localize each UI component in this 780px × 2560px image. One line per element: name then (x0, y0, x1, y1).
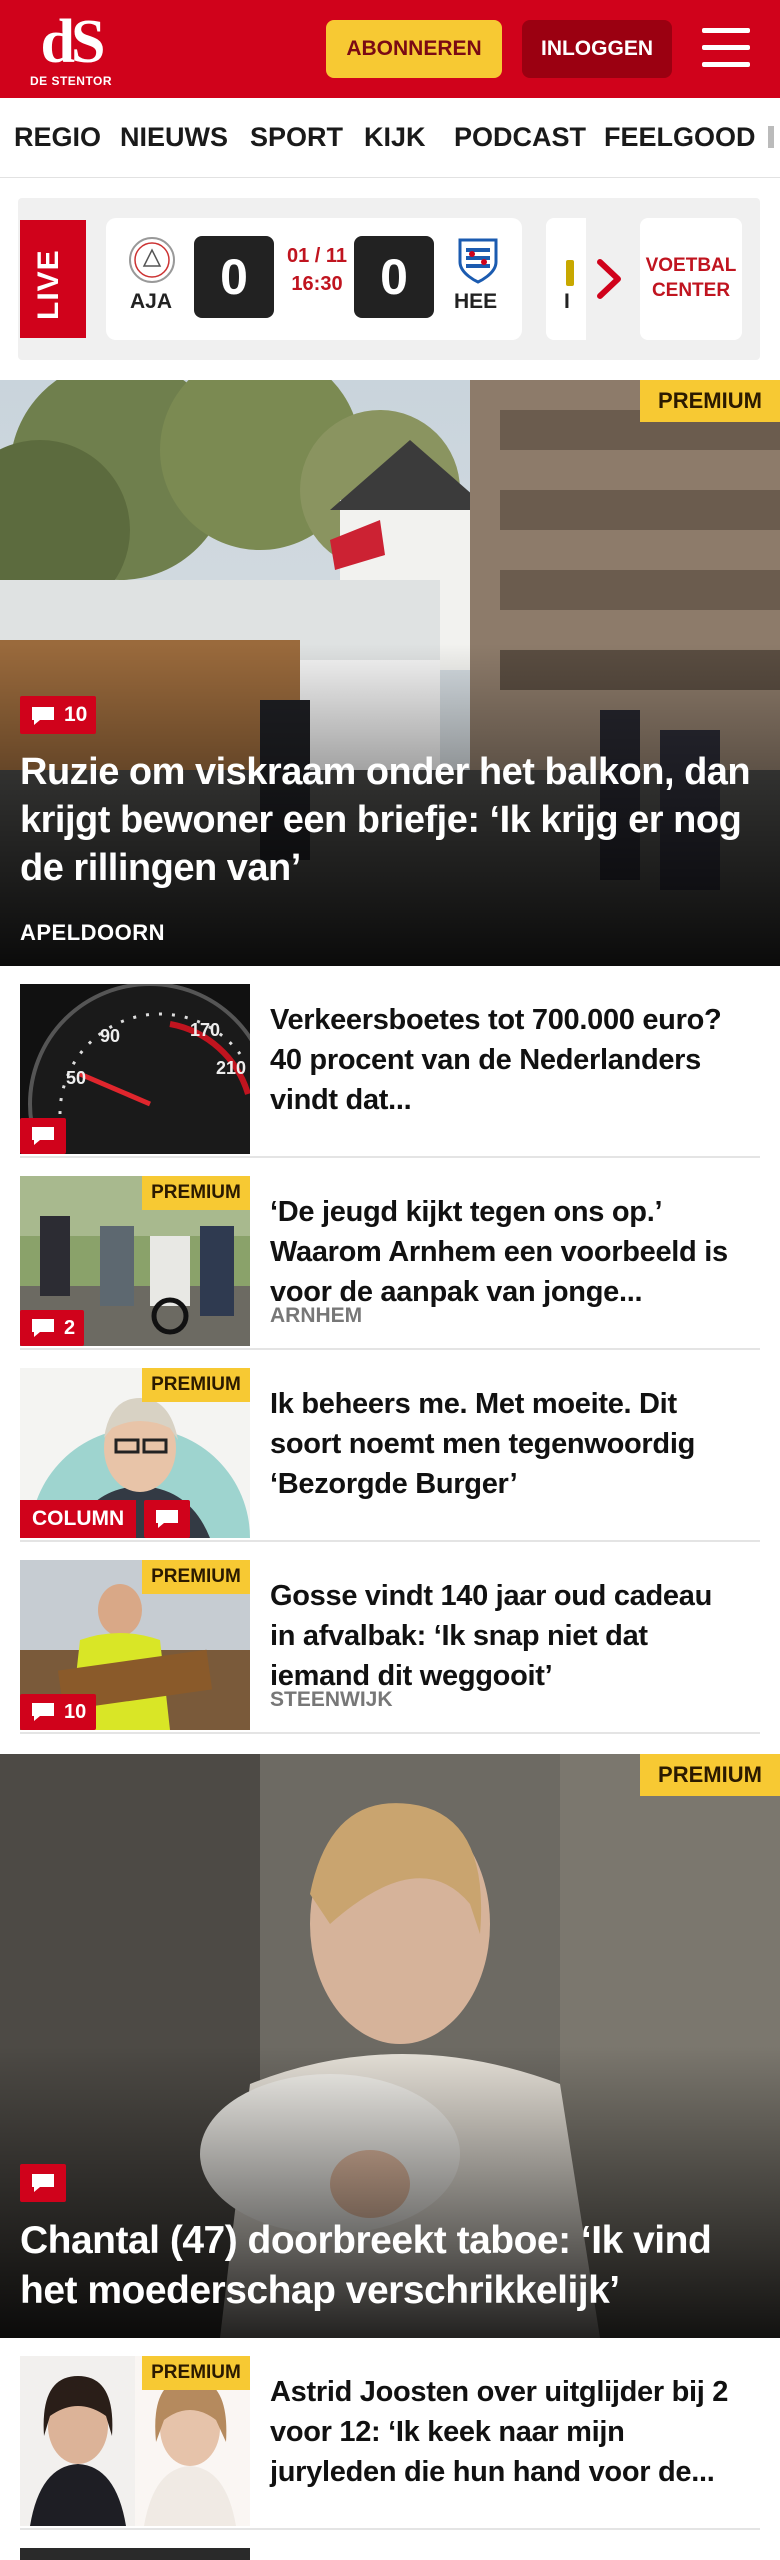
article-title[interactable]: Ik beheers me. Met moeite. Dit soort noe… (270, 1384, 740, 1504)
article-thumbnail: 50 90 170 210 (20, 984, 250, 1154)
hero-region-label: APELDOORN (20, 920, 166, 945)
speech-bubble-icon (156, 1510, 178, 1528)
article-item[interactable]: PREMIUM 2 ‘De jeugd kijkt tegen ons op.’… (20, 1176, 760, 1350)
feature-article[interactable]: PREMIUM Chantal (47) doorbreekt taboe: ‘… (0, 1754, 780, 2338)
logo-mark: dS (40, 8, 106, 76)
section-nav: REGIO NIEUWS SPORT KIJK PODCAST FEELGOOD (0, 98, 780, 178)
next-match-card-partial[interactable]: I (546, 218, 586, 340)
site-logo[interactable]: dS DE STENTOR (26, 8, 116, 88)
hero-headline[interactable]: Ruzie om viskraam onder het balkon, dan … (20, 748, 762, 892)
comment-count-badge[interactable] (20, 1118, 66, 1154)
logo-subtitle: DE STENTOR (29, 74, 113, 88)
home-team-name: AJA (130, 290, 173, 313)
next-article-thumbnail-partial[interactable] (20, 2548, 250, 2560)
hero-article[interactable]: PREMIUM 10 Ruzie om viskraam onder het b… (0, 380, 780, 966)
article-title[interactable]: Astrid Joosten over uitglijder bij 2 voo… (270, 2372, 740, 2492)
nav-overflow-hint (768, 126, 774, 148)
speech-bubble-icon (32, 1703, 54, 1721)
gauge-tick: 90 (100, 1026, 120, 1046)
nav-item-nieuws[interactable]: NIEUWS (120, 122, 228, 153)
chevron-right-icon[interactable] (592, 256, 626, 302)
article-thumbnail: PREMIUM 2 (20, 1176, 250, 1346)
match-card[interactable]: AJA 0 01 / 11 16:30 0 HEE (106, 218, 522, 340)
article-item[interactable]: 50 90 170 210 Verkeersboetes tot 700.000… (20, 984, 760, 1158)
article-item[interactable]: PREMIUM Astrid Joosten over uitglijder b… (20, 2356, 760, 2530)
gauge-tick: 170 (190, 1020, 220, 1040)
premium-badge: PREMIUM (142, 2356, 250, 2390)
nav-item-regio[interactable]: REGIO (14, 122, 101, 153)
article-thumbnail: PREMIUM 10 (20, 1560, 250, 1730)
speech-bubble-icon (32, 1127, 54, 1145)
article-title[interactable]: ‘De jeugd kijkt tegen ons op.’ Waarom Ar… (270, 1192, 740, 1312)
heerenveen-logo-icon (454, 236, 502, 284)
article-title[interactable]: Verkeersboetes tot 700.000 euro? 40 proc… (270, 1000, 740, 1120)
premium-badge: PREMIUM (142, 1560, 250, 1594)
article-title[interactable]: Gosse vindt 140 jaar oud cadeau in afval… (270, 1576, 740, 1696)
gauge-tick: 50 (66, 1068, 86, 1088)
article-region-label: STEENWIJK (270, 1688, 393, 1711)
hamburger-menu-icon[interactable] (700, 26, 752, 70)
live-tag: LIVE (20, 220, 86, 338)
comment-count-badge[interactable] (20, 2164, 66, 2202)
subscribe-button[interactable]: ABONNEREN (326, 20, 502, 78)
partial-team-name: I (564, 290, 570, 313)
ajax-logo-icon (128, 236, 176, 284)
login-button[interactable]: INLOGGEN (522, 20, 672, 78)
nav-item-kijk[interactable]: KIJK (364, 122, 426, 153)
article-region-label: ARNHEM (270, 1304, 363, 1327)
match-date: 01 / 11 16:30 (286, 245, 348, 295)
article-thumbnail: PREMIUM COLUMN (20, 1368, 250, 1538)
home-score: 0 (194, 236, 274, 318)
premium-badge: PREMIUM (640, 1754, 780, 1796)
voetbal-center-link[interactable]: VOETBAL CENTER (640, 218, 742, 340)
comment-count-badge[interactable]: 2 (20, 1310, 84, 1346)
speech-bubble-icon (32, 2174, 54, 2192)
premium-badge: PREMIUM (142, 1176, 250, 1210)
away-team-name: HEE (454, 290, 498, 313)
speech-bubble-icon (32, 1319, 54, 1337)
article-item[interactable]: PREMIUM 10 Gosse vindt 140 jaar oud cade… (20, 1560, 760, 1734)
article-item[interactable]: PREMIUM COLUMN Ik beheers me. Met moeite… (20, 1368, 760, 1542)
nav-item-sport[interactable]: SPORT (250, 122, 343, 153)
premium-badge: PREMIUM (640, 380, 780, 422)
premium-badge: PREMIUM (142, 1368, 250, 1402)
comment-count-badge[interactable]: 10 (20, 1694, 96, 1730)
column-badge: COLUMN (20, 1500, 137, 1538)
live-scoreboard: LIVE AJA 0 01 / 11 16:30 0 HEE I VOETBAL… (18, 198, 760, 360)
article-thumbnail: PREMIUM (20, 2356, 250, 2526)
nav-item-feelgood[interactable]: FEELGOOD (604, 122, 756, 153)
site-header: dS DE STENTOR ABONNEREN INLOGGEN (0, 0, 780, 98)
partial-team-logo-icon (566, 260, 574, 286)
gauge-tick: 210 (216, 1058, 246, 1078)
comment-count-badge[interactable] (144, 1500, 190, 1538)
feature-headline[interactable]: Chantal (47) doorbreekt taboe: ‘Ik vind … (20, 2216, 762, 2316)
comment-count-badge[interactable]: 10 (20, 696, 96, 734)
away-score: 0 (354, 236, 434, 318)
nav-item-podcast[interactable]: PODCAST (454, 122, 586, 153)
speech-bubble-icon (32, 707, 54, 725)
